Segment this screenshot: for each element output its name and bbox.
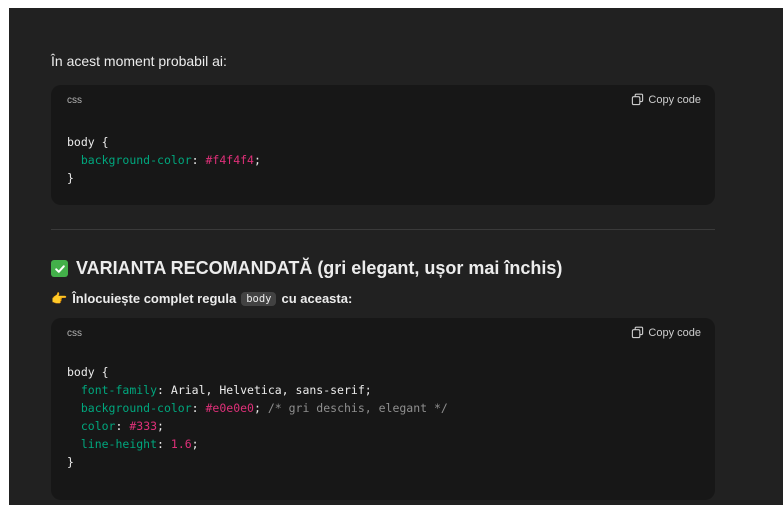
code-prop: background-color <box>80 401 192 415</box>
instruction-after: cu aceasta: <box>281 291 353 306</box>
code-header: css Copy code <box>51 318 715 348</box>
section-heading-text: VARIANTA RECOMANDATĂ (gri elegant, ușor … <box>76 258 563 278</box>
code-block-current: css Copy code body { background-color: #… <box>51 85 715 205</box>
copy-icon <box>631 93 644 106</box>
intro-text: În acest moment probabil ai: <box>51 53 227 69</box>
top-bar <box>0 0 783 8</box>
code-prop: background-color <box>80 153 192 167</box>
code-content: body { font-family: Arial, Helvetica, sa… <box>67 365 448 469</box>
code-line-selector: body { <box>67 135 109 149</box>
code-value: #f4f4f4 <box>205 153 254 167</box>
code-prop: line-height <box>80 437 158 451</box>
code-block-recommended: css Copy code body { font-family: Arial,… <box>51 318 715 500</box>
divider <box>51 229 715 230</box>
pointing-hand-icon: 👉 <box>51 291 68 306</box>
instruction-line: 👉 Înlocuiește complet regula body cu ace… <box>51 291 352 306</box>
copy-icon <box>631 326 644 339</box>
code-prop: font-family <box>80 383 158 397</box>
code-language: css <box>67 95 82 106</box>
code-language: css <box>67 328 82 339</box>
code-value: Arial, Helvetica, sans-serif <box>170 383 365 397</box>
code-line-close: } <box>67 171 74 185</box>
code-line-selector: body { <box>67 365 109 379</box>
code-prop: color <box>80 419 116 433</box>
code-line-close: } <box>67 455 74 469</box>
code-value: #e0e0e0 <box>205 401 254 415</box>
chat-content: În acest moment probabil ai: css Copy co… <box>9 8 783 505</box>
code-header: css Copy code <box>51 85 715 115</box>
copy-code-label: Copy code <box>648 93 701 106</box>
copy-code-button[interactable]: Copy code <box>631 326 701 339</box>
code-value: 1.6 <box>170 437 192 451</box>
section-heading: VARIANTA RECOMANDATĂ (gri elegant, ușor … <box>51 258 562 279</box>
code-comment: /* gri deschis, elegant */ <box>267 401 448 415</box>
copy-code-label: Copy code <box>648 326 701 339</box>
left-bar <box>0 8 9 505</box>
inline-code-body: body <box>241 291 277 306</box>
instruction-before: Înlocuiește complet regula <box>72 291 237 306</box>
check-icon <box>51 260 68 277</box>
code-value: #333 <box>129 419 158 433</box>
copy-code-button[interactable]: Copy code <box>631 93 701 106</box>
code-content: body { background-color: #f4f4f4; } <box>67 135 261 185</box>
